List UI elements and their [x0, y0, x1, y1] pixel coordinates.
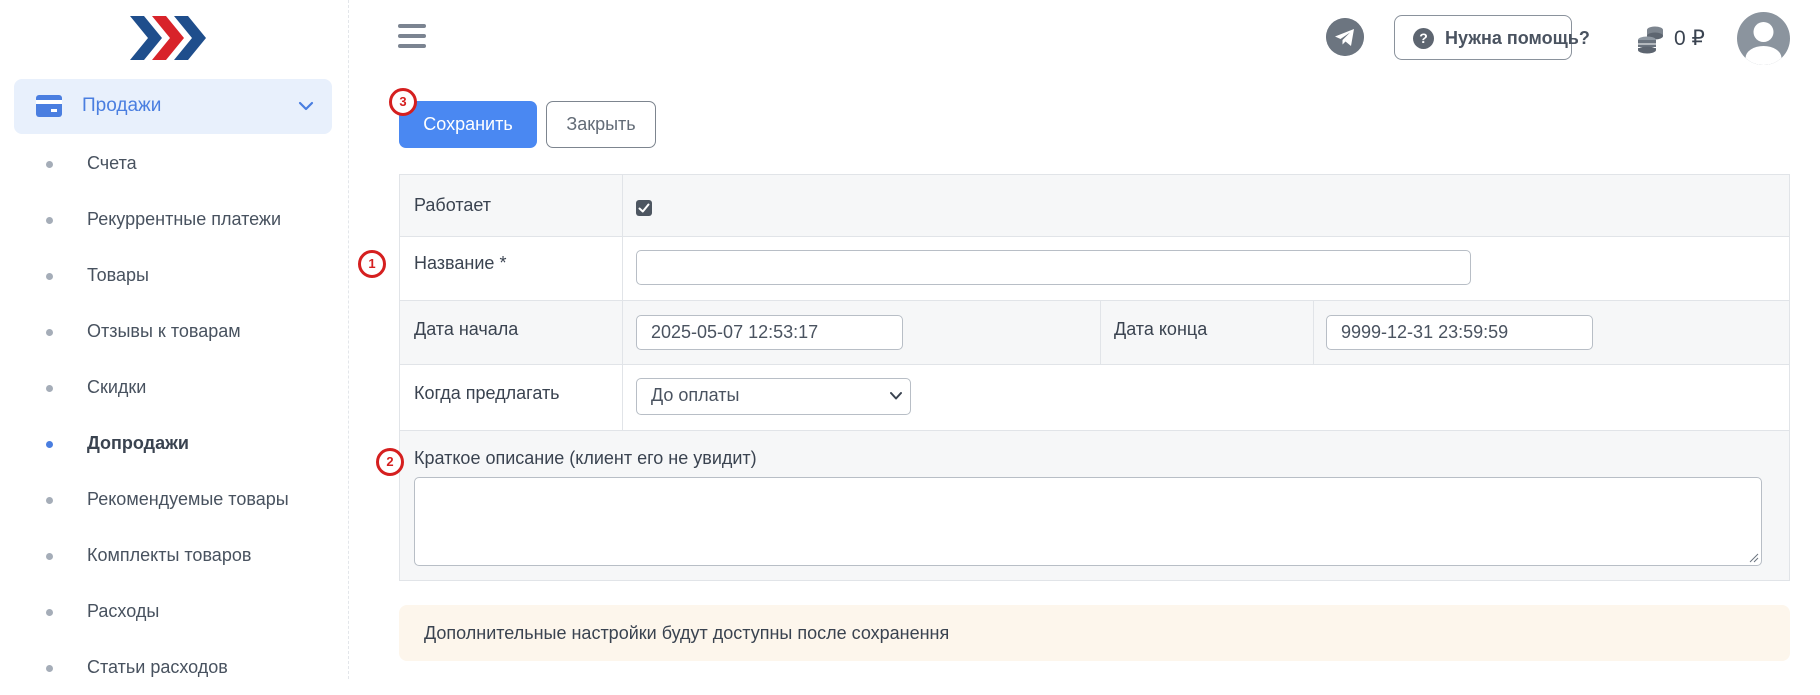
- logo[interactable]: [128, 14, 208, 62]
- when-select[interactable]: До оплаты: [636, 378, 911, 415]
- start-date-label: Дата начала: [414, 319, 519, 339]
- upsell-form: Работает Название * Дата начала 2025-05-…: [399, 174, 1790, 581]
- sidebar-item-products[interactable]: Товары: [0, 247, 348, 303]
- end-date-label: Дата конца: [1114, 319, 1208, 339]
- telegram-icon[interactable]: [1326, 18, 1364, 56]
- sidebar-item-recommended-products[interactable]: Рекомендуемые товары: [0, 471, 348, 527]
- sidebar-nav-list: Счета Рекуррентные платежи Товары Отзывы…: [0, 135, 348, 695]
- description-textarea[interactable]: [414, 477, 1762, 566]
- sidebar-item-label: Допродажи: [87, 433, 189, 453]
- checkmark-icon: [638, 203, 650, 213]
- end-date-input[interactable]: 9999-12-31 23:59:59: [1326, 315, 1593, 350]
- chevron-down-icon[interactable]: [298, 98, 314, 114]
- when-label: Когда предлагать: [414, 383, 560, 403]
- sidebar-item-label: Товары: [87, 265, 149, 285]
- help-button[interactable]: ? Нужна помощь?: [1394, 15, 1590, 60]
- hamburger-line: [398, 34, 426, 38]
- hamburger-line: [398, 24, 426, 28]
- cell-divider: [622, 175, 623, 236]
- when-select-value: До оплаты: [651, 385, 740, 405]
- bullet-dot: [46, 329, 53, 336]
- annotation-marker-3: 3: [389, 88, 417, 116]
- sidebar-item-upsells[interactable]: Допродажи: [0, 415, 348, 471]
- balance-amount[interactable]: 0 ₽: [1674, 26, 1705, 51]
- sidebar-group-label: Продажи: [82, 95, 162, 116]
- bullet-dot: [46, 273, 53, 280]
- sidebar-item-label: Рекомендуемые товары: [87, 489, 289, 509]
- bullet-dot: [46, 161, 53, 168]
- save-button[interactable]: Сохранить: [399, 101, 537, 148]
- cell-divider: [1100, 301, 1101, 364]
- sidebar-item-invoices[interactable]: Счета: [0, 135, 348, 191]
- working-checkbox[interactable]: [636, 200, 652, 216]
- sidebar-item-product-bundles[interactable]: Комплекты товаров: [0, 527, 348, 583]
- sidebar-item-discounts[interactable]: Скидки: [0, 359, 348, 415]
- description-label: Краткое описание (клиент его не увидит): [414, 448, 757, 468]
- bullet-dot: [46, 497, 53, 504]
- bullet-dot: [46, 553, 53, 560]
- credit-card-icon: [36, 95, 62, 117]
- sidebar-item-recurring-payments[interactable]: Рекуррентные платежи: [0, 191, 348, 247]
- sidebar-item-expenses[interactable]: Расходы: [0, 583, 348, 639]
- sidebar-item-label: Рекуррентные платежи: [87, 209, 282, 229]
- sidebar-group-sales[interactable]: Продажи: [14, 79, 332, 134]
- bullet-dot: [46, 217, 53, 224]
- form-row-dates: Дата начала 2025-05-07 12:53:17 Дата кон…: [400, 301, 1789, 365]
- start-date-input[interactable]: 2025-05-07 12:53:17: [636, 315, 903, 350]
- coins-icon: [1638, 26, 1663, 54]
- cell-divider: [622, 237, 623, 300]
- name-input[interactable]: [636, 250, 1471, 285]
- bullet-dot: [46, 665, 53, 672]
- menu-toggle-button[interactable]: [398, 24, 426, 52]
- annotation-marker-2: 2: [376, 448, 404, 476]
- name-label: Название *: [414, 253, 507, 273]
- sidebar-item-label: Статьи расходов: [87, 657, 228, 677]
- sidebar: Продажи Счета Рекуррентные платежи Товар…: [0, 0, 349, 679]
- sidebar-item-label: Скидки: [87, 377, 147, 397]
- sidebar-item-label: Счета: [87, 153, 137, 173]
- info-notice-text: Дополнительные настройки будут доступны …: [424, 623, 950, 643]
- question-icon: ?: [1413, 28, 1434, 49]
- sidebar-item-label: Расходы: [87, 601, 160, 621]
- close-button[interactable]: Закрыть: [546, 101, 656, 148]
- user-icon: [1745, 22, 1782, 65]
- cell-divider: [1313, 301, 1314, 364]
- bullet-dot: [46, 385, 53, 392]
- help-button-label: Нужна помощь?: [1445, 28, 1590, 48]
- sidebar-item-product-reviews[interactable]: Отзывы к товарам: [0, 303, 348, 359]
- sidebar-item-expense-categories[interactable]: Статьи расходов: [0, 639, 348, 695]
- resize-handle-icon[interactable]: [1749, 553, 1759, 563]
- annotation-marker-1: 1: [358, 250, 386, 278]
- hamburger-line: [398, 44, 426, 48]
- sidebar-item-label: Отзывы к товарам: [87, 321, 241, 341]
- working-label: Работает: [414, 195, 492, 215]
- bullet-dot: [46, 441, 53, 448]
- bullet-dot: [46, 609, 53, 616]
- chevron-down-icon: [890, 392, 902, 400]
- cell-divider: [622, 301, 623, 364]
- form-row-name: Название *: [400, 237, 1789, 301]
- form-row-when: Когда предлагать До оплаты: [400, 365, 1789, 431]
- form-row-working: Работает: [400, 175, 1789, 237]
- sidebar-item-label: Комплекты товаров: [87, 545, 252, 565]
- avatar[interactable]: [1737, 12, 1790, 65]
- cell-divider: [622, 365, 623, 430]
- info-notice: Дополнительные настройки будут доступны …: [399, 605, 1790, 661]
